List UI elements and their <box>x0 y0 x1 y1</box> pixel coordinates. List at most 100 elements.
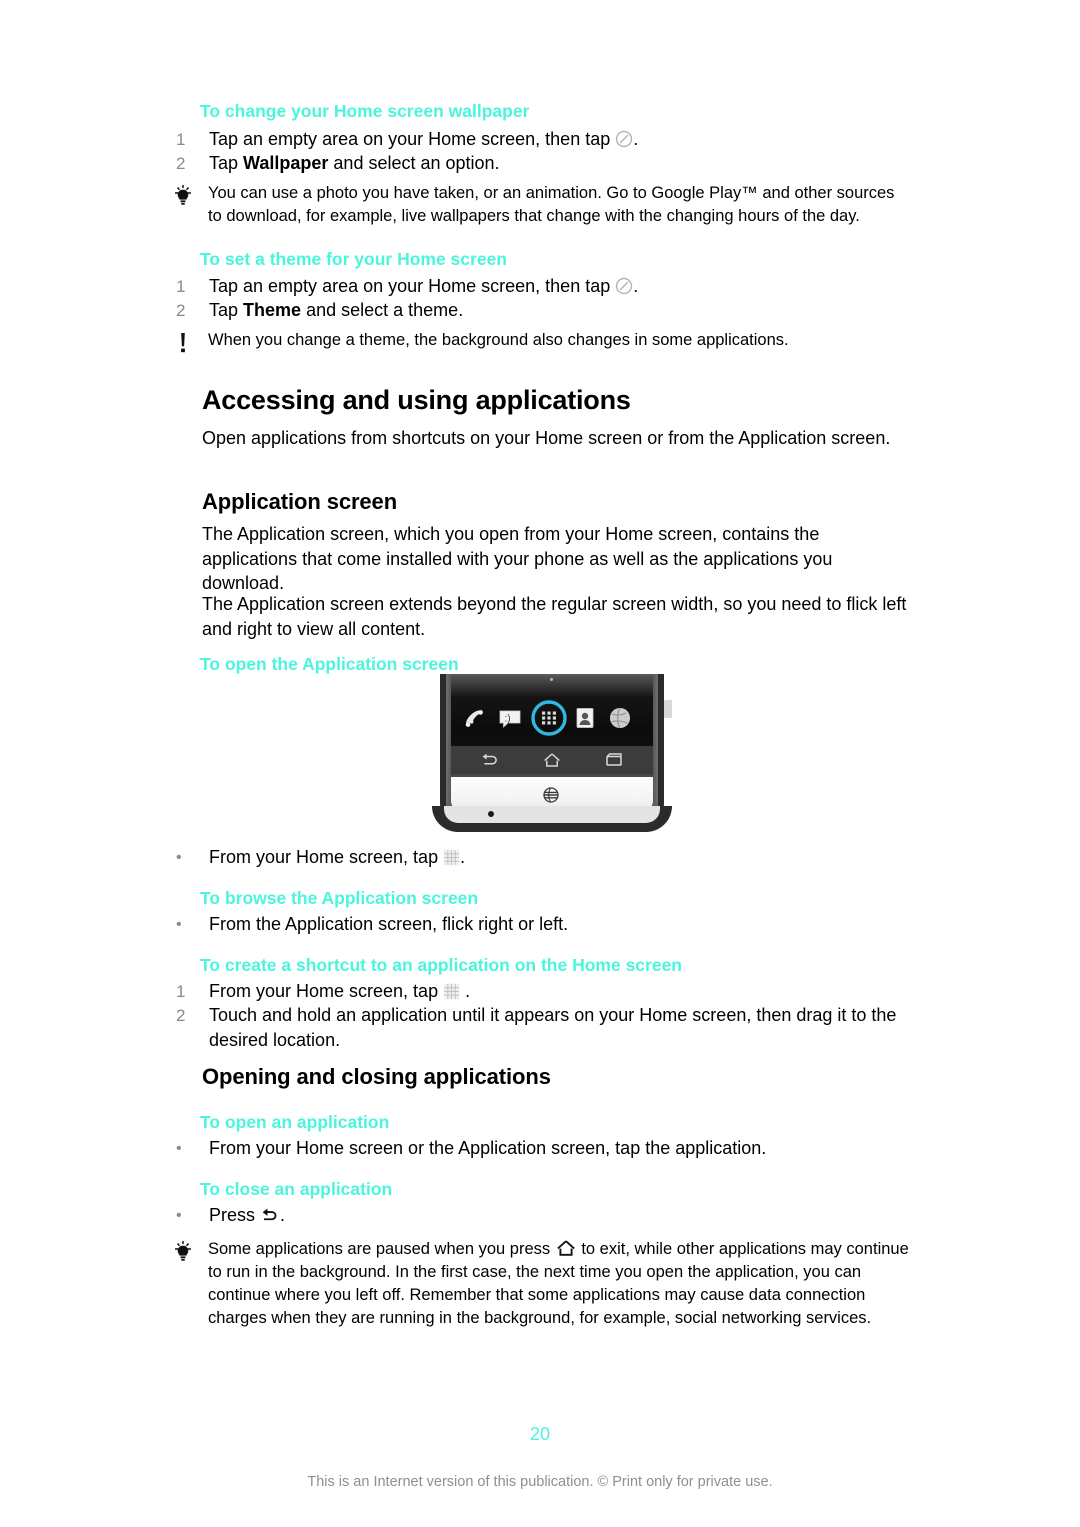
footer-note: This is an Internet version of this publ… <box>307 1474 773 1490</box>
browser-globe-icon[interactable] <box>606 704 634 732</box>
steps-change-wallpaper: 1 Tap an empty area on your Home screen,… <box>176 127 912 176</box>
back-arrow-icon[interactable] <box>479 751 501 769</box>
page-number: 20 <box>529 1424 551 1444</box>
application-screen-p2: The Application screen extends beyond th… <box>202 592 912 641</box>
bullet-marker: • <box>176 1207 182 1224</box>
step-text-after: . <box>633 276 639 296</box>
bullet-marker: • <box>176 916 182 933</box>
step-number: 1 <box>176 130 186 149</box>
recent-apps-icon[interactable] <box>603 751 625 769</box>
section-opening-closing: Opening and closing applications <box>202 1064 912 1090</box>
app-grid-icon <box>443 848 460 866</box>
application-screen-p1: The Application screen, which you open f… <box>202 522 908 596</box>
home-icon <box>555 1238 577 1258</box>
microphone-hole <box>488 811 494 817</box>
bullet-text: From your Home screen or the Application… <box>209 1138 767 1158</box>
android-phone-bottom-mockup: :) <box>432 674 672 832</box>
bullet-text-after: . <box>460 847 466 867</box>
section-application-screen: Application screen <box>202 489 912 515</box>
bullet-marker: • <box>176 849 182 866</box>
heading-create-shortcut: To create a shortcut to an application o… <box>200 955 682 975</box>
step-text: Tap <box>209 300 239 320</box>
step-number: 2 <box>176 1006 186 1025</box>
back-arrow-icon <box>260 1207 280 1225</box>
step-text: From your Home screen, tap <box>209 981 439 1001</box>
bullet-open-application: • From your Home screen or the Applicati… <box>176 1136 912 1161</box>
bullet-text: From your Home screen, tap <box>209 847 439 867</box>
bullet-text-after: . <box>280 1205 286 1225</box>
home-icon[interactable] <box>541 751 563 769</box>
heading-open-application-screen: To open the Application screen <box>200 654 459 674</box>
section-change-wallpaper: To change your Home screen wallpaper <box>200 100 912 122</box>
step-number: 2 <box>176 301 186 320</box>
app-grid-icon <box>443 982 460 1000</box>
tip-wallpaper: You can use a photo you have taken, or a… <box>168 182 912 228</box>
android-navigation-bar <box>451 746 653 774</box>
tip-opening-closing: Some applications are paused when you pr… <box>168 1238 912 1330</box>
circle-slash-icon <box>615 130 633 148</box>
phone-body: :) <box>451 674 653 814</box>
note-text: When you change a theme, the background … <box>208 331 789 349</box>
step-text: Tap <box>209 153 239 173</box>
section-heading-set-theme: To set a theme for your Home screen <box>200 249 507 269</box>
list-item: • From the Application screen, flick rig… <box>176 912 912 937</box>
section-accessing-using: Accessing and using applications <box>202 385 912 416</box>
step-text-bold: Theme <box>243 300 302 320</box>
step-text-after: . <box>633 129 639 149</box>
tip-text: You can use a photo you have taken, or a… <box>208 184 895 225</box>
list-item: 1 From your Home screen, tap . <box>176 979 912 1004</box>
step-text: Tap an empty area on your Home screen, t… <box>209 129 611 149</box>
step-number: 2 <box>176 154 186 173</box>
section-title-opening-closing: Opening and closing applications <box>202 1064 551 1089</box>
steps-set-theme: 1 Tap an empty area on your Home screen,… <box>176 274 912 323</box>
exclamation-icon <box>168 331 198 357</box>
step-number: 1 <box>176 277 186 296</box>
phone-side-button <box>664 700 672 718</box>
heading-browse-app-screen: To browse the Application screen <box>200 888 479 908</box>
att-globe-logo <box>541 785 561 805</box>
paragraph: The Application screen extends beyond th… <box>202 594 907 639</box>
paragraph: Open applications from shortcuts on your… <box>202 428 891 448</box>
lightbulb-icon <box>168 184 198 210</box>
section-set-theme: To set a theme for your Home screen <box>200 248 912 270</box>
note-theme: When you change a theme, the background … <box>168 329 912 353</box>
heading-close-application: To close an application <box>200 1179 393 1199</box>
manual-page: To change your Home screen wallpaper 1 T… <box>0 0 1080 1527</box>
messaging-icon[interactable]: :) <box>496 704 524 732</box>
phone-screen: :) <box>451 674 653 777</box>
phone-handset-icon[interactable] <box>461 704 489 732</box>
bullet-browse-app-screen: • From the Application screen, flick rig… <box>176 912 912 937</box>
list-item: • From your Home screen, tap . <box>176 845 912 870</box>
bullet-close-application: • Press . <box>176 1203 912 1228</box>
home-screen-dock: :) <box>451 696 653 742</box>
step-text-after: and select a theme. <box>306 300 464 320</box>
accessing-intro: Open applications from shortcuts on your… <box>202 426 902 451</box>
contacts-icon[interactable] <box>571 704 599 732</box>
step-text: Touch and hold an application until it a… <box>209 1005 897 1050</box>
list-item: 1 Tap an empty area on your Home screen,… <box>176 127 912 152</box>
page-title: Accessing and using applications <box>202 385 631 415</box>
list-item: • From your Home screen or the Applicati… <box>176 1136 912 1161</box>
step-text-after: and select an option. <box>333 153 500 173</box>
list-item: • Press . <box>176 1203 912 1228</box>
list-item: 2 Tap Wallpaper and select an option. <box>176 151 912 176</box>
svg-text::): :) <box>505 714 511 725</box>
heading-open-application: To open an application <box>200 1112 390 1132</box>
section-title-application-screen: Application screen <box>202 489 398 514</box>
list-item: 2 Tap Theme and select a theme. <box>176 298 912 323</box>
list-item: 1 Tap an empty area on your Home screen,… <box>176 274 912 299</box>
list-item: 2 Touch and hold an application until it… <box>176 1003 912 1053</box>
step-text-after: . <box>465 981 471 1001</box>
step-number: 1 <box>176 982 186 1001</box>
app-grid-icon[interactable] <box>531 700 567 736</box>
step-text-bold: Wallpaper <box>243 153 329 173</box>
steps-create-shortcut: 1 From your Home screen, tap . 2 Touch a… <box>176 979 912 1053</box>
bullet-marker: • <box>176 1140 182 1157</box>
lightbulb-icon <box>168 1240 198 1266</box>
bullet-open-app-screen: • From your Home screen, tap . <box>176 845 912 870</box>
section-heading-change-wallpaper: To change your Home screen wallpaper <box>200 101 530 121</box>
circle-slash-icon <box>615 277 633 295</box>
tip-text-before: Some applications are paused when you pr… <box>208 1240 551 1258</box>
paragraph: The Application screen, which you open f… <box>202 524 833 593</box>
step-text: Tap an empty area on your Home screen, t… <box>209 276 611 296</box>
